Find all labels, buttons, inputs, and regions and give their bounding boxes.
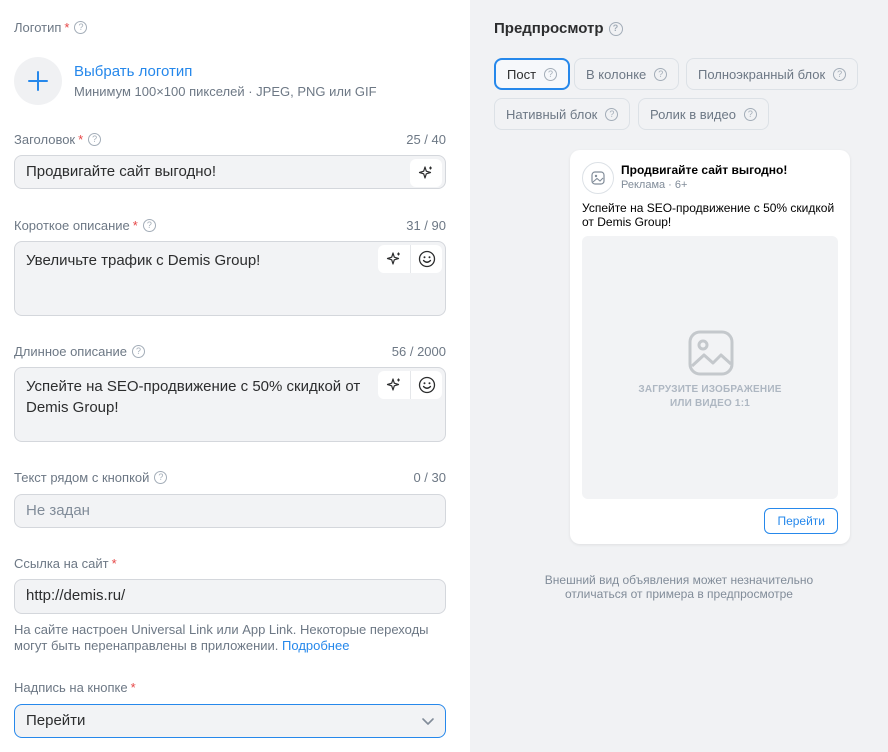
- logo-hint: Минимум 100×100 пикселей · JPEG, PNG или…: [74, 84, 377, 99]
- format-chip-native[interactable]: Нативный блок?: [494, 98, 631, 130]
- format-chip-video[interactable]: Ролик в видео?: [638, 98, 769, 130]
- smile-icon[interactable]: [410, 245, 442, 273]
- format-chip-fullscreen[interactable]: Полноэкранный блок?: [686, 58, 859, 90]
- question-icon[interactable]: ?: [74, 21, 88, 34]
- smile-icon[interactable]: [410, 371, 442, 399]
- cta-select[interactable]: Перейти: [14, 704, 446, 738]
- card-text: Успейте на SEO-продвижение с 50% скидкой…: [582, 201, 835, 229]
- button-text-label: Текст рядом с кнопкой ?: [14, 470, 168, 485]
- question-icon[interactable]: ?: [544, 67, 558, 81]
- long-desc-counter: 56 / 2000: [391, 344, 446, 359]
- sparkle-icon[interactable]: [410, 159, 442, 187]
- headline-counter: 25 / 40: [406, 132, 446, 147]
- card-title: Продвигайте сайт выгодно!: [621, 163, 788, 177]
- short-desc-textarea[interactable]: Увеличьте трафик с Demis Group!: [14, 241, 446, 316]
- question-icon[interactable]: ?: [833, 67, 847, 81]
- headline-label: Заголовок * ?: [14, 132, 102, 147]
- logo-label: Логотип * ?: [14, 20, 88, 35]
- sparkle-icon[interactable]: [378, 245, 410, 273]
- preview-card: Продвигайте сайт выгодно! Реклама · 6+ У…: [570, 150, 850, 544]
- question-icon[interactable]: ?: [142, 219, 156, 232]
- preview-panel: Предпросмотр ? Пост? В колонке? Полноэкр…: [470, 0, 888, 752]
- ad-form: Логотип * ? Выбрать логотип Минимум 100×1…: [0, 0, 470, 752]
- headline-input[interactable]: Продвигайте сайт выгодно!: [14, 155, 446, 189]
- logo-picker[interactable]: Выбрать логотип Минимум 100×100 пикселей…: [14, 57, 377, 105]
- choose-logo-link[interactable]: Выбрать логотип: [74, 63, 377, 80]
- format-chip-post[interactable]: Пост?: [494, 58, 571, 90]
- long-desc-textarea[interactable]: Успейте на SEO-продвижение с 50% скидкой…: [14, 367, 446, 442]
- long-desc-label: Длинное описание ?: [14, 344, 146, 359]
- card-sub: Реклама · 6+: [621, 179, 688, 191]
- question-icon[interactable]: ?: [88, 133, 102, 146]
- button-text-input[interactable]: Не задан: [14, 494, 446, 528]
- question-icon[interactable]: ?: [154, 471, 168, 484]
- plus-icon[interactable]: [14, 57, 62, 105]
- site-link-note: На сайте настроен Universal Link или App…: [14, 622, 429, 653]
- sparkle-icon[interactable]: [378, 371, 410, 399]
- short-desc-label: Короткое описание * ?: [14, 218, 156, 233]
- chevron-down-icon: [422, 718, 434, 725]
- card-cta-button[interactable]: Перейти: [764, 508, 838, 534]
- image-icon: [688, 330, 734, 376]
- question-icon[interactable]: ?: [743, 107, 757, 121]
- short-desc-counter: 31 / 90: [406, 218, 446, 233]
- cta-label: Надпись на кнопке *: [14, 680, 136, 695]
- preview-title: Предпросмотр ?: [494, 20, 623, 37]
- media-text-1: ЗАГРУЗИТЕ ИЗОБРАЖЕНИЕ: [638, 384, 782, 395]
- button-text-counter: 0 / 30: [413, 470, 446, 485]
- question-icon[interactable]: ?: [654, 67, 668, 81]
- more-link[interactable]: Подробнее: [282, 638, 349, 653]
- question-icon[interactable]: ?: [132, 345, 146, 358]
- preview-disclaimer: Внешний вид объявления может незначитель…: [544, 573, 814, 601]
- question-icon[interactable]: ?: [605, 107, 619, 121]
- media-placeholder[interactable]: ЗАГРУЗИТЕ ИЗОБРАЖЕНИЕ ИЛИ ВИДЕО 1:1: [582, 236, 838, 499]
- site-link-label: Ссылка на сайт *: [14, 556, 117, 571]
- site-link-input[interactable]: http://demis.ru/: [14, 579, 446, 614]
- question-icon[interactable]: ?: [608, 21, 623, 36]
- format-chip-column[interactable]: В колонке?: [574, 58, 680, 90]
- media-text-2: ИЛИ ВИДЕО 1:1: [670, 398, 750, 409]
- image-icon: [582, 162, 614, 194]
